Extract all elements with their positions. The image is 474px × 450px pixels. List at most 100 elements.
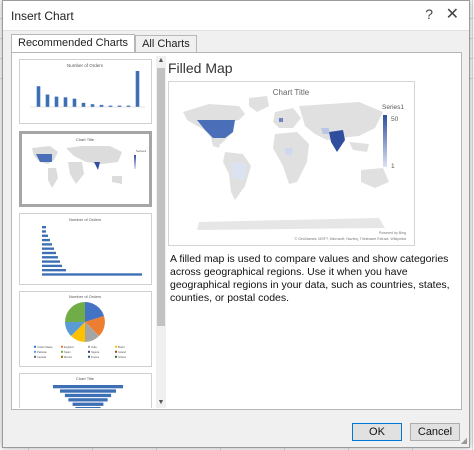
help-icon[interactable]: ? [425,6,433,22]
horizontal-bar [42,238,50,242]
recommended-charts-panel: Number of Orders Chart Title Series1 Num… [11,52,462,410]
horizontal-bar [42,226,46,229]
ok-button[interactable]: OK [352,423,402,441]
cancel-button[interactable]: Cancel [410,423,460,441]
thumbnail-column-chart[interactable]: Number of Orders [19,59,152,124]
pie-legend-swatch [61,350,63,353]
pie-legend-label: Ghana [118,355,126,359]
pie-legend-label: Canada [37,355,47,359]
chart-title: Chart Title [76,137,95,142]
map-region-antarctica [197,218,385,230]
horizontal-bar [42,234,48,237]
funnel-bar [75,407,101,408]
pie-legend-label: France [91,355,100,359]
horizontal-bar [42,230,46,233]
pie-legend-swatch [115,345,117,348]
pie-legend-swatch [61,345,63,348]
legend-color-scale [383,115,387,167]
map-region-southeast-asia [349,142,369,152]
map-region-greenland [249,96,269,112]
map-region-eurasia [66,146,122,164]
map-powered-by: Powered by Bing [379,231,406,235]
column-bar [63,97,68,107]
filled-map-preview: Chart Title Series1 50 1 Powered by Bing… [168,81,415,246]
pie-legend-label: Nigeria [91,350,100,354]
pie-chart-svg: Number of Orders United States England Ind… [34,294,126,359]
horizontal-bar [42,251,56,255]
preview-chart-name: Filled Map [168,60,233,76]
thumbnail-bar-chart[interactable]: Number of Orders [19,213,152,285]
funnel-bar [60,389,116,393]
pie-legend-label: England [64,345,74,349]
tab-recommended-charts[interactable]: Recommended Charts [11,34,136,53]
thumbnail-filled-map[interactable]: Chart Title Series1 [19,131,152,207]
chart-thumbnail-list: Number of Orders Chart Title Series1 Num… [15,56,166,408]
dialog-titlebar: Insert Chart ? ✕ [3,1,469,31]
column-bar [135,71,140,107]
resize-grip-icon[interactable]: ◢ [461,436,467,445]
chart-title: Number of Orders [69,294,101,299]
map-region-australia [361,168,389,188]
scrollbar-thumb[interactable] [157,68,165,326]
chart-title: Chart Title [76,376,95,381]
pie-legend-swatch [34,355,36,358]
chart-title: Number of Orders [67,63,104,68]
pie-legend-swatch [115,355,117,358]
bar-chart-svg: Number of Orders [42,217,142,276]
pie-legend-swatch [88,355,90,358]
thumbnail-pie-chart[interactable]: Number of Orders United States England Ind… [19,291,152,367]
column-bar [90,104,95,107]
pie-legend-swatch [61,355,63,358]
horizontal-bar [42,256,58,259]
column-bar [99,104,104,107]
funnel-bar [53,385,123,389]
chart-tabs: Recommended Charts All Charts [11,34,197,53]
horizontal-bar [42,273,142,276]
map-region-india [329,130,345,152]
pie-legend-swatch [34,345,36,348]
pie-legend-swatch [115,350,117,353]
horizontal-bar [42,243,52,246]
filled-map-preview-svg: Chart Title Series1 50 1 Powered by Bing… [183,88,406,241]
insert-chart-dialog: Insert Chart ? ✕ Recommended Charts All … [2,0,470,448]
map-chart-title: Chart Title [273,88,310,97]
map-region-south-america [48,168,58,188]
pie-legend-swatch [88,345,90,348]
legend-max: 50 [391,116,399,123]
pie-legend-label: United States [37,345,53,349]
scroll-up-icon[interactable]: ▲ [156,56,166,66]
pie-legend-label: India [91,345,97,349]
filled-map-thumb-svg: Chart Title Series1 [32,137,147,188]
column-bar [72,98,77,107]
column-chart-svg: Number of Orders [30,63,145,108]
column-bar [45,94,50,107]
scroll-down-icon[interactable]: ▼ [156,398,166,408]
chart-title: Number of Orders [69,217,101,222]
map-region-usa [36,154,52,162]
map-region-india [94,162,100,170]
map-attribution: © GeoNames, MSFT, Microsoft, Navteq, Thi… [295,237,406,241]
column-bar [81,102,86,107]
tab-all-charts[interactable]: All Charts [135,35,197,53]
horizontal-bar [42,264,62,268]
map-region-africa [273,132,309,184]
map-region-africa [68,162,84,184]
map-region-england [279,118,283,122]
funnel-bar [72,402,104,406]
funnel-bar [64,393,112,398]
pie-legend-label: Mexico [64,355,73,359]
column-bar [54,96,59,107]
legend-series: Series1 [136,149,147,153]
dialog-title: Insert Chart [11,9,74,23]
thumbnail-scrollbar[interactable]: ▲ ▼ [156,56,166,408]
horizontal-bar [42,247,54,250]
funnel-chart-svg: Chart Title [53,376,123,408]
pie-legend-label: Spain [64,350,71,354]
thumbnail-funnel-chart[interactable]: Chart Title [19,373,152,408]
pie-legend-label: Ireland [118,350,126,354]
map-region-europe [273,108,301,128]
map-region-australia [112,176,122,184]
close-icon[interactable]: ✕ [446,4,459,24]
pie-legend-swatch [88,350,90,353]
horizontal-bar [42,269,66,272]
